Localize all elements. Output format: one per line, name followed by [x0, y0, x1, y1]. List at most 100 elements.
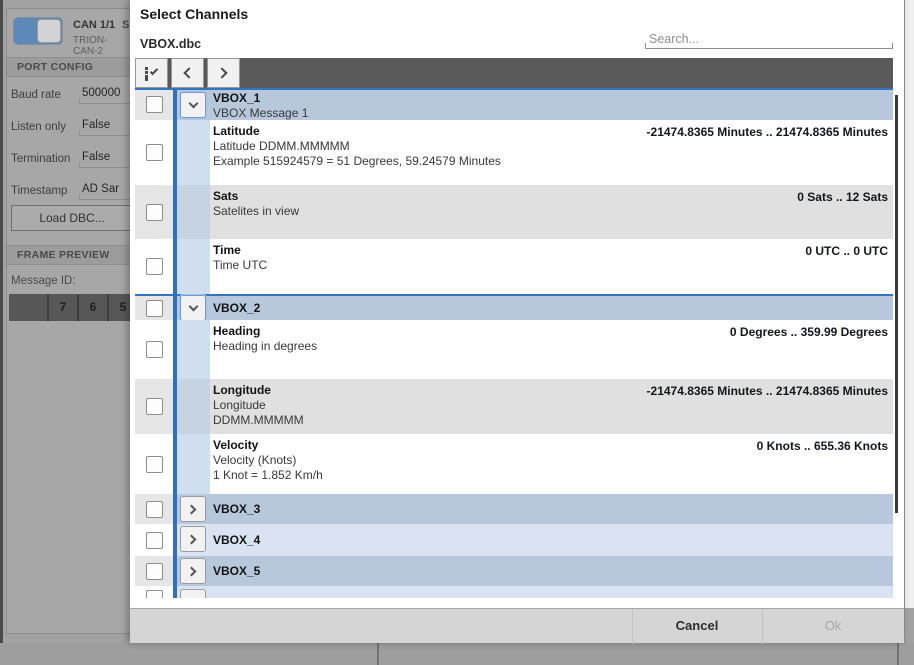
termination-label: Termination: [11, 153, 70, 165]
channel-desc: Latitude DDMM.MMMMM: [213, 139, 887, 154]
channel-row-velocity[interactable]: Velocity Velocity (Knots) 1 Knot = 1.852…: [135, 434, 893, 494]
listenonly-value[interactable]: False: [79, 118, 130, 136]
list-check-icon: [144, 66, 160, 80]
listenonly-label: Listen only: [11, 121, 66, 133]
channel-tree: VBOX_1 VBOX Message 1 Latitude Latitude …: [135, 88, 893, 598]
group-name: VBOX_5: [213, 564, 887, 579]
chevron-down-icon: [188, 99, 198, 109]
search-field: [645, 30, 893, 49]
channel-desc: Time UTC: [213, 258, 887, 273]
load-dbc-button[interactable]: Load DBC...: [11, 205, 130, 231]
timestamp-label: Timestamp: [11, 185, 67, 197]
clipped-column-label: S: [122, 19, 129, 31]
dialog-footer: Cancel Ok: [130, 608, 904, 643]
channel-range: 0 Sats .. 12 Sats: [797, 190, 888, 204]
scrollbar-thumb[interactable]: [895, 95, 898, 513]
select-all-button[interactable]: [135, 58, 168, 88]
channel-desc: 1 Knot = 1.852 Km/h: [213, 468, 887, 483]
group-row-vbox3[interactable]: VBOX_3: [135, 494, 893, 524]
channel-desc: DDMM.MMMMM: [213, 413, 887, 428]
channel-name: CAN 1/1: [73, 19, 115, 31]
chevron-right-icon: [216, 67, 227, 78]
expander-button[interactable]: [180, 496, 206, 522]
group-name: VBOX_4: [213, 533, 887, 548]
group-name: VBOX_3: [213, 502, 887, 517]
group-row-vbox4[interactable]: VBOX_4: [135, 524, 893, 556]
expander-button[interactable]: [180, 558, 206, 584]
row-checkbox[interactable]: [146, 341, 163, 358]
baudrate-value[interactable]: 500000: [79, 86, 130, 104]
window-left-edge: [0, 0, 3, 665]
group-name: VBOX_1: [213, 91, 887, 106]
channel-range: 0 Knots .. 655.36 Knots: [757, 439, 888, 453]
chevron-down-icon: [188, 302, 198, 312]
group-row-vbox2[interactable]: VBOX_2: [135, 294, 893, 320]
dialog-title: Select Channels: [140, 6, 248, 22]
channel-row-time[interactable]: Time Time UTC 0 UTC .. 0 UTC: [135, 239, 893, 294]
row-checkbox[interactable]: [146, 204, 163, 221]
channel-enable-toggle[interactable]: [13, 17, 63, 45]
channel-range: 0 UTC .. 0 UTC: [805, 244, 888, 258]
row-checkbox[interactable]: [146, 96, 163, 113]
channel-range: -21474.8365 Minutes .. 21474.8365 Minute…: [647, 384, 888, 398]
app-bottom-strip: [0, 643, 914, 665]
app-window: CAN 1/1 S TRION-CAN-2 PORT CONFIG Baud r…: [0, 0, 914, 665]
bottom-divider-1: [377, 643, 379, 665]
app-right-strip: [905, 0, 914, 608]
can-config-sidebar: CAN 1/1 S TRION-CAN-2 PORT CONFIG Baud r…: [6, 8, 130, 634]
row-checkbox[interactable]: [146, 590, 163, 598]
group-subtitle: VBOX Message 1: [213, 106, 887, 120]
row-checkbox[interactable]: [146, 258, 163, 275]
bottom-divider-2: [897, 643, 899, 665]
expander-button[interactable]: [180, 295, 206, 321]
row-checkbox[interactable]: [146, 501, 163, 518]
channel-desc: Heading in degrees: [213, 339, 887, 354]
channel-desc: Longitude: [213, 398, 887, 413]
board-name: TRION-CAN-2: [73, 35, 130, 57]
termination-value[interactable]: False: [79, 150, 130, 168]
expand-all-button[interactable]: [207, 58, 240, 88]
ok-button[interactable]: Ok: [762, 609, 904, 644]
row-checkbox[interactable]: [146, 563, 163, 580]
group-row-clipped[interactable]: [135, 586, 893, 598]
group-row-vbox5[interactable]: VBOX_5: [135, 556, 893, 586]
channel-row-sats[interactable]: Sats Satelites in view 0 Sats .. 12 Sats: [135, 185, 893, 239]
group-row-vbox1[interactable]: VBOX_1 VBOX Message 1: [135, 88, 893, 120]
timestamp-value[interactable]: AD Sar: [79, 182, 130, 200]
baudrate-label: Baud rate: [11, 89, 61, 101]
select-channels-dialog: Select Channels VBOX.dbc: [130, 0, 905, 643]
channel-list-toolbar: [135, 58, 893, 88]
port-config-header: PORT CONFIG: [7, 57, 130, 77]
row-checkbox[interactable]: [146, 456, 163, 473]
search-input[interactable]: [645, 30, 893, 48]
bit-cell-5: 5: [109, 294, 130, 321]
channel-row-longitude[interactable]: Longitude Longitude DDMM.MMMMM -21474.83…: [135, 379, 893, 434]
bit-cell-6: 6: [79, 294, 109, 321]
channel-row-latitude[interactable]: Latitude Latitude DDMM.MMMMM Example 515…: [135, 120, 893, 185]
chevron-right-icon: [187, 566, 197, 576]
scrollbar-track[interactable]: [893, 88, 904, 598]
channel-range: -21474.8365 Minutes .. 21474.8365 Minute…: [647, 125, 888, 139]
expander-button[interactable]: [180, 526, 206, 552]
chevron-right-icon: [187, 504, 197, 514]
group-spine-line: [173, 88, 177, 598]
toggle-knob: [37, 19, 61, 43]
collapse-all-button[interactable]: [171, 58, 204, 88]
frame-preview-header: FRAME PREVIEW: [7, 245, 130, 265]
bit-cell-blank: [9, 294, 49, 321]
row-checkbox[interactable]: [146, 144, 163, 161]
row-checkbox[interactable]: [146, 300, 163, 317]
expander-button[interactable]: [180, 92, 206, 118]
channel-range: 0 Degrees .. 359.99 Degrees: [730, 325, 888, 339]
row-checkbox[interactable]: [146, 398, 163, 415]
message-id-label: Message ID:: [11, 275, 76, 287]
chevron-left-icon: [183, 67, 194, 78]
channel-row-heading[interactable]: Heading Heading in degrees 0 Degrees .. …: [135, 320, 893, 379]
cancel-button[interactable]: Cancel: [632, 609, 762, 644]
row-checkbox[interactable]: [146, 532, 163, 549]
chevron-right-icon: [187, 534, 197, 544]
channel-desc: Satelites in view: [213, 204, 887, 219]
dbc-file-name: VBOX.dbc: [140, 37, 201, 51]
channel-name: Sats: [213, 189, 887, 204]
expander-button[interactable]: [180, 589, 206, 598]
